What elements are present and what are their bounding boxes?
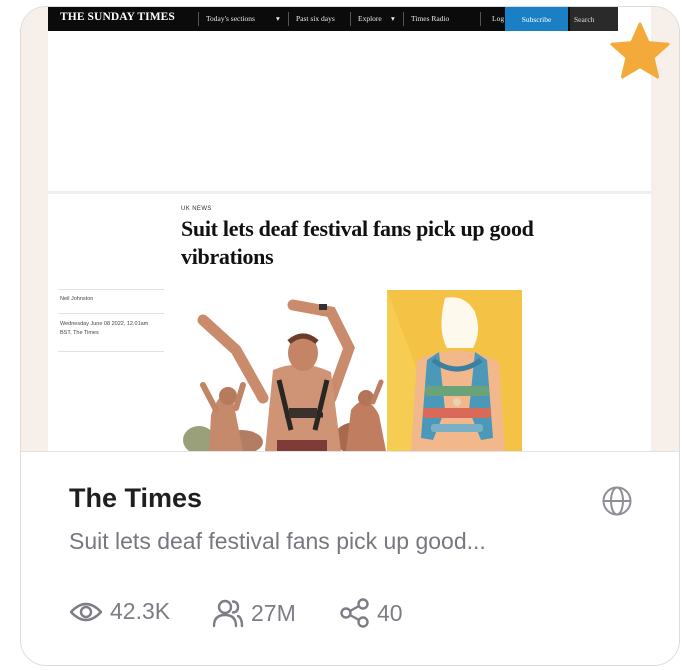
- festival-photo: [181, 290, 386, 451]
- shares-stat: 40: [340, 598, 403, 628]
- site-header: THE SUNDAY TIMES Today's sections ▾ Past…: [48, 7, 618, 31]
- section-tag: UK NEWS: [181, 206, 212, 212]
- article-page: THE SUNDAY TIMES Today's sections ▾ Past…: [48, 7, 651, 451]
- nav-past-six-days: Past six days: [296, 14, 335, 23]
- audience-count: 27M: [251, 599, 296, 626]
- ad-divider: [48, 191, 651, 194]
- users-icon: [212, 599, 244, 628]
- nav-chevron-icon: ▾: [276, 14, 280, 23]
- card-info: The Times Suit lets deaf festival fans p…: [21, 451, 679, 665]
- shares-count: 40: [377, 599, 403, 626]
- article-description: Suit lets deaf festival fans pick up goo…: [69, 528, 486, 554]
- eye-icon: [69, 602, 103, 621]
- article-dateline: Wednesday June 08 2022, 12.01am BST, The…: [60, 321, 149, 336]
- nav-times-radio: Times Radio: [411, 14, 450, 23]
- article-screenshot[interactable]: THE SUNDAY TIMES Today's sections ▾ Past…: [21, 7, 679, 451]
- masthead: THE SUNDAY TIMES: [60, 11, 175, 23]
- globe-icon[interactable]: [600, 484, 634, 518]
- article-headline: Suit lets deaf festival fans pick up goo…: [181, 216, 534, 269]
- site-name[interactable]: The Times: [69, 483, 202, 514]
- views-stat: 42.3K: [69, 598, 170, 625]
- nav-explore: Explore: [358, 14, 382, 23]
- star-icon[interactable]: [609, 21, 671, 81]
- nav-chevron-icon: ▾: [391, 14, 395, 23]
- audience-stat: 27M: [212, 598, 296, 628]
- link-preview-card[interactable]: THE SUNDAY TIMES Today's sections ▾ Past…: [20, 6, 680, 666]
- subscribe-button: Subscribe: [505, 7, 568, 31]
- author-byline: Neil Johnston: [60, 296, 94, 302]
- nav-todays-sections: Today's sections: [206, 14, 255, 23]
- vest-illustration: [387, 290, 522, 451]
- views-count: 42.3K: [110, 598, 171, 624]
- share-icon: [340, 598, 369, 628]
